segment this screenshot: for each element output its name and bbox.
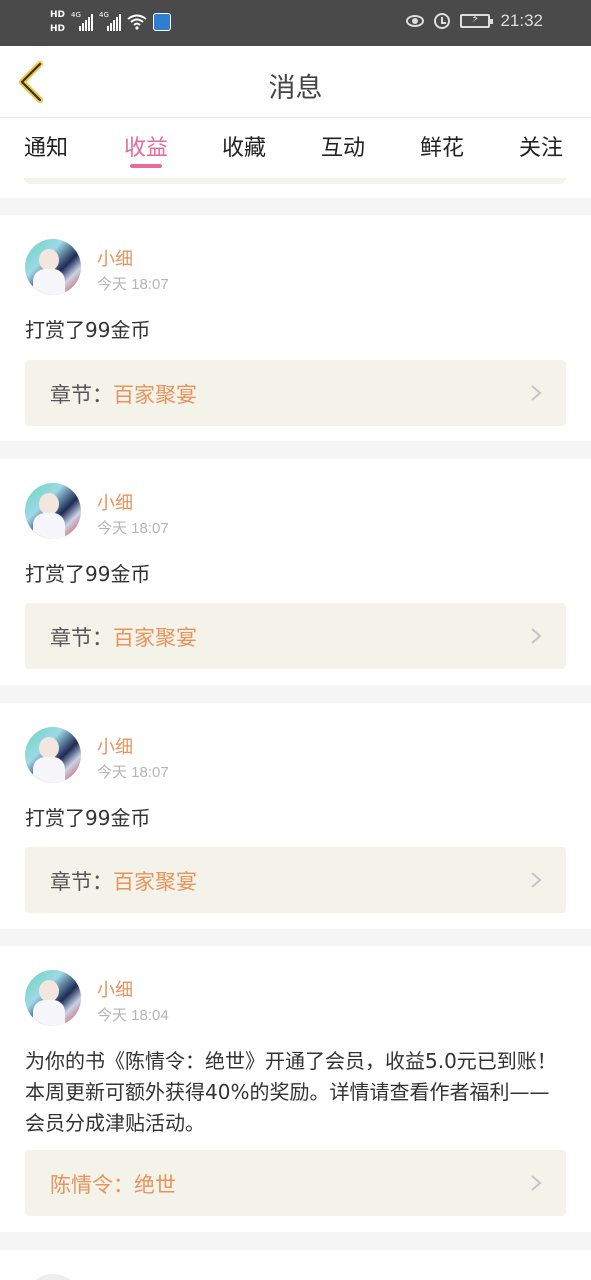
message-card: 小细 今天 18:07 打赏了99金币 章节：百家聚宴 [0, 459, 591, 685]
avatar[interactable] [25, 727, 81, 783]
message-time: 今天 18:07 [97, 764, 169, 781]
app-icon [153, 13, 172, 31]
previous-card-tail [0, 178, 591, 198]
status-right: 21:32 [406, 11, 543, 31]
status-bar: HD HD 4G 4G 21:32 [0, 0, 591, 46]
next-message-card [0, 1250, 591, 1280]
message-time: 今天 18:07 [97, 276, 169, 293]
chapter-name: 百家聚宴 [113, 626, 197, 650]
alarm-icon [434, 13, 451, 29]
message-time: 今天 18:04 [97, 1007, 169, 1024]
chapter-prefix: 章节： [50, 626, 113, 650]
chevron-right-icon [531, 385, 542, 401]
chapter-prefix: 章节： [50, 383, 113, 407]
avatar[interactable] [25, 239, 81, 295]
avatar [25, 1274, 81, 1280]
tab-notifications[interactable]: 通知 [24, 130, 68, 162]
signal-icon: 4G [71, 11, 94, 31]
hd-label-2: HD [50, 24, 66, 34]
status-time: 21:32 [500, 11, 543, 30]
header-bar: 消息 [0, 46, 591, 118]
message-card: 小细 今天 18:07 打赏了99金币 章节：百家聚宴 [0, 703, 591, 929]
chapter-link[interactable]: 章节：百家聚宴 [25, 847, 566, 913]
book-link[interactable]: 陈情令：绝世 [25, 1150, 566, 1216]
hd-label-1: HD [50, 10, 66, 20]
chapter-link-label: 章节：百家聚宴 [50, 866, 197, 896]
chevron-right-icon [531, 872, 542, 888]
chapter-link[interactable]: 章节：百家聚宴 [25, 360, 566, 426]
message-text: 打赏了99金币 [25, 806, 151, 830]
chevron-right-icon [531, 628, 542, 644]
user-name[interactable]: 小细 [97, 489, 133, 515]
message-time: 今天 18:07 [97, 520, 169, 537]
page-title: 消息 [268, 73, 323, 104]
eye-icon [406, 15, 425, 27]
avatar[interactable] [25, 483, 81, 539]
chapter-name: 百家聚宴 [113, 383, 197, 407]
user-name[interactable]: 小细 [97, 245, 133, 271]
user-name[interactable]: 小细 [97, 976, 133, 1002]
user-name[interactable]: 小细 [97, 733, 133, 759]
avatar[interactable] [25, 970, 81, 1026]
network-label-1: 4G [71, 11, 81, 19]
tab-earnings[interactable]: 收益 [124, 130, 168, 162]
tab-interactions[interactable]: 互动 [321, 130, 365, 162]
tab-follows[interactable]: 关注 [519, 130, 563, 162]
message-text: 为你的书《陈情令：绝世》开通了会员，收益5.0元已到账！本周更新可额外获得40%… [25, 1049, 557, 1135]
chapter-link-label: 章节：百家聚宴 [50, 379, 197, 409]
battery-icon [460, 12, 494, 28]
message-text: 打赏了99金币 [25, 318, 151, 342]
chapter-prefix: 章节： [50, 870, 113, 894]
tab-flowers[interactable]: 鲜花 [420, 130, 464, 162]
tab-active-indicator [130, 164, 162, 168]
chevron-right-icon [531, 1175, 542, 1191]
tab-bar: 通知 收益 收藏 互动 鲜花 关注 [0, 118, 591, 178]
hd-icon: HD HD [50, 8, 65, 36]
previous-link-box [24, 178, 566, 184]
network-label-2: 4G [99, 11, 109, 19]
signal-icon-2: 4G [99, 11, 122, 31]
chapter-link[interactable]: 章节：百家聚宴 [25, 603, 566, 669]
status-left: HD HD 4G 4G [50, 8, 172, 36]
message-card: 小细 今天 18:04 为你的书《陈情令：绝世》开通了会员，收益5.0元已到账！… [0, 946, 591, 1232]
message-text: 打赏了99金币 [25, 562, 151, 586]
chapter-link-label: 章节：百家聚宴 [50, 622, 197, 652]
chapter-name: 百家聚宴 [113, 870, 197, 894]
message-card: 小细 今天 18:07 打赏了99金币 章节：百家聚宴 [0, 215, 591, 441]
tab-favorites[interactable]: 收藏 [222, 130, 266, 162]
wifi-icon [127, 14, 147, 30]
book-name: 陈情令：绝世 [50, 1173, 176, 1197]
book-link-label: 陈情令：绝世 [50, 1169, 176, 1199]
